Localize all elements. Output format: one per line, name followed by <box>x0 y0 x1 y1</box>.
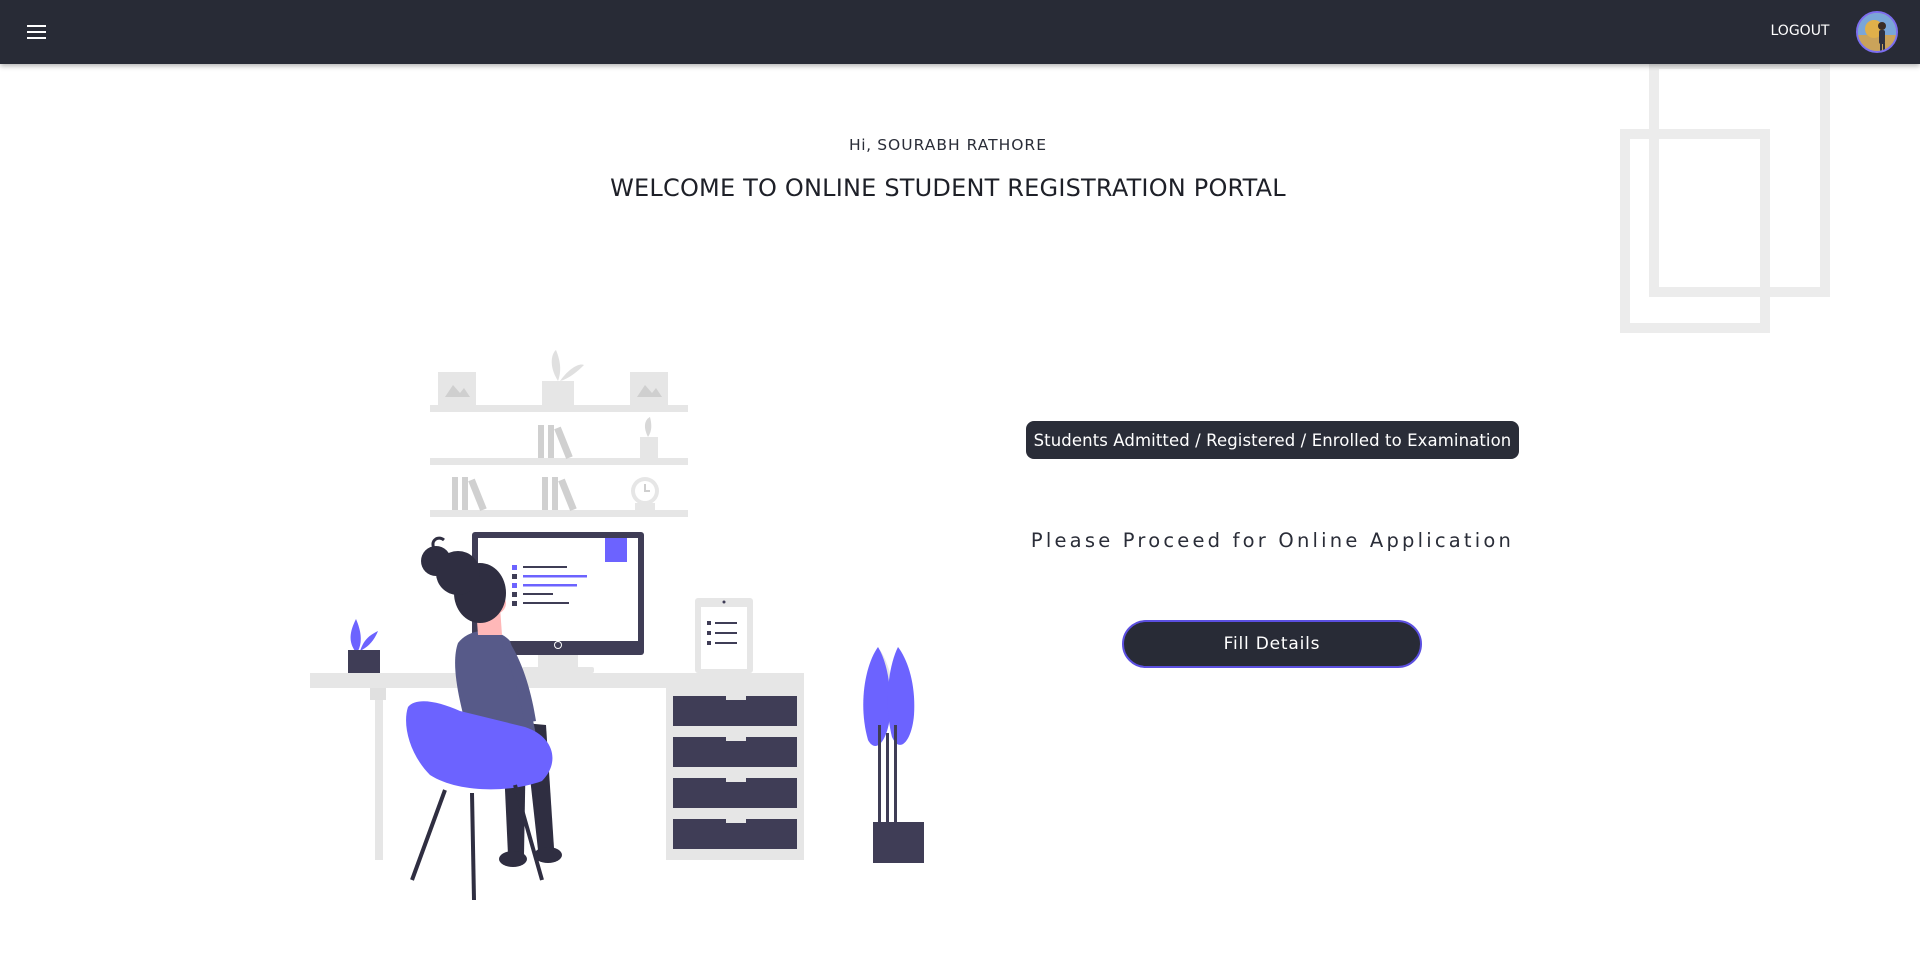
status-badge: Students Admitted / Registered / Enrolle… <box>1026 421 1519 459</box>
proceed-message: Please Proceed for Online Application <box>1030 529 1515 552</box>
desk-plant <box>348 619 380 673</box>
desk <box>310 673 804 860</box>
fill-details-button[interactable]: Fill Details <box>1122 620 1422 668</box>
logout-button[interactable]: LOGOUT <box>1762 23 1838 39</box>
user-name: SOURABH RATHORE <box>877 136 1047 154</box>
greeting-prefix: Hi, <box>848 136 872 154</box>
bookshelves <box>430 350 688 517</box>
greeting-text: Hi, SOURABH RATHORE <box>0 136 1896 154</box>
page-title: WELCOME TO ONLINE STUDENT REGISTRATION P… <box>610 174 1286 202</box>
floor-plant <box>863 647 924 863</box>
hamburger-menu-icon[interactable] <box>20 18 52 46</box>
tablet <box>695 598 753 673</box>
user-avatar[interactable] <box>1856 11 1898 53</box>
top-app-bar: LOGOUT <box>0 0 1920 64</box>
desk-illustration <box>310 350 924 901</box>
